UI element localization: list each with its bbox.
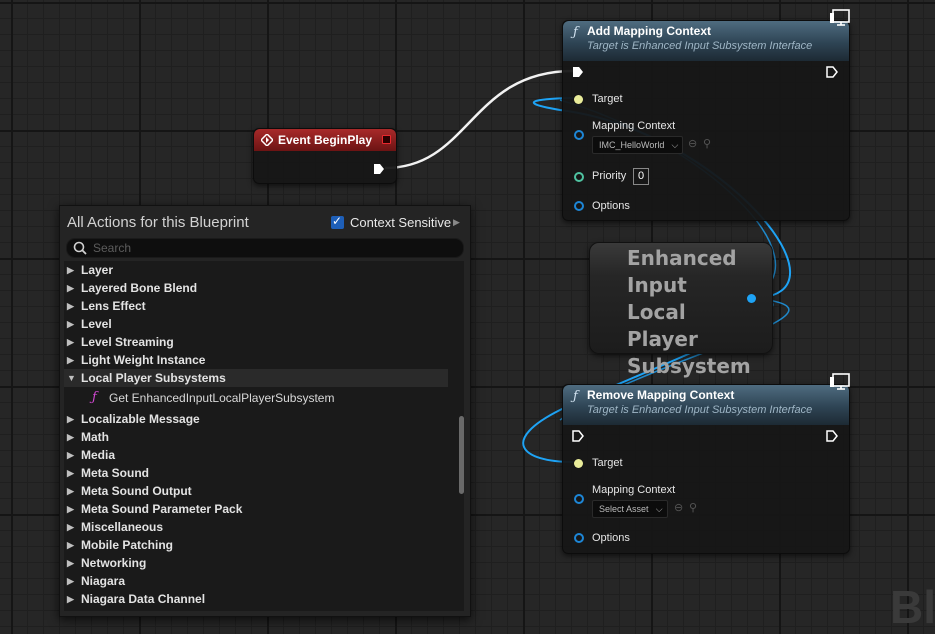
event-diamond-icon [261,134,273,146]
list-item[interactable]: ▶ Level [64,315,448,333]
expand-arrow-icon: ▶ [67,540,74,550]
mapping-context-pin[interactable] [574,494,584,504]
expand-arrow-icon: ▶ [67,337,74,347]
list-item[interactable]: ▶ Lens Effect [64,297,448,315]
target-label: Target [592,93,623,105]
context-sensitive-checkbox[interactable] [331,214,344,229]
event-node-header[interactable]: Event BeginPlay [254,129,396,151]
use-selected-icon[interactable]: ⊖ [674,501,683,514]
exec-out-pin[interactable] [826,66,838,78]
enhanced-input-subsystem-node[interactable]: Enhanced Input Local Player Subsystem [589,242,773,378]
list-item[interactable]: ▶ Layer [64,261,448,279]
monitor-icon [830,373,850,390]
chevron-down-icon: ⌵ [671,140,679,150]
search-icon [73,241,87,255]
remove-mapping-context-node[interactable]: ƒ Remove Mapping Context Target is Enhan… [562,373,850,554]
add-mapping-context-node[interactable]: ƒ Add Mapping Context Target is Enhanced… [562,9,850,221]
remove-node-title: Remove Mapping Context [587,388,735,402]
remove-node-header[interactable]: ƒ Remove Mapping Context Target is Enhan… [563,373,850,425]
list-item[interactable]: ▶ Light Weight Instance [64,351,448,369]
list-scrollbar[interactable] [459,416,464,494]
mapping-context-pin[interactable] [574,130,584,140]
exec-out-pin[interactable] [373,163,385,175]
list-item[interactable]: ▶ Mobile Patching [64,536,448,554]
add-node-title: Add Mapping Context [587,24,711,38]
list-item[interactable]: ▶ Level Streaming [64,333,448,351]
expand-arrow-icon: ▶ [67,265,74,275]
expand-arrow-icon: ▶ [67,468,74,478]
exec-in-pin[interactable] [572,430,584,442]
browse-search-icon[interactable]: ⚲ [703,137,711,150]
expand-arrow-icon: ▶ [67,558,74,568]
search-input[interactable]: Search [66,238,464,258]
mapping-context-select[interactable]: Select Asset ⌵ [592,500,668,518]
target-pin[interactable] [574,95,583,104]
priority-label: Priority [592,170,627,182]
options-label: Options [592,532,630,544]
monitor-icon [830,9,850,26]
context-sensitive-label[interactable]: Context Sensitive [350,215,451,230]
function-icon: ƒ [573,389,578,404]
list-item-expanded[interactable]: ▼ Local Player Subsystems [64,369,448,387]
var-node-title: Enhanced Input Local Player Subsystem [627,246,751,378]
action-list[interactable]: ▶ Layer ▶ Layered Bone Blend ▶ Lens Effe… [64,261,464,611]
expand-arrow-icon: ▶ [67,522,74,532]
priority-input[interactable]: 0 [633,168,649,185]
options-pin[interactable] [574,201,584,211]
function-icon: ƒ [92,390,97,405]
browse-search-icon[interactable]: ⚲ [689,501,697,514]
expand-arrow-icon: ▶ [67,319,74,329]
list-item[interactable]: ▶ Meta Sound Parameter Pack [64,500,448,518]
exec-out-pin[interactable] [826,430,838,442]
expand-arrow-icon: ▶ [67,576,74,586]
options-label: Options [592,200,630,212]
expand-arrow-icon: ▶ [67,283,74,293]
mapping-context-value: Select Asset [599,504,649,514]
search-placeholder: Search [93,241,132,255]
subsystem-output-pin[interactable] [747,294,756,303]
priority-pin[interactable] [574,172,584,182]
expand-arrow-icon: ▶ [67,450,74,460]
list-item[interactable]: ▶ Meta Sound Output [64,482,448,500]
expand-arrow-icon: ▶ [67,355,74,365]
list-item[interactable]: ▶ Miscellaneous [64,518,448,536]
mapping-context-label: Mapping Context [592,484,676,496]
remove-node-subtitle: Target is Enhanced Input Subsystem Inter… [587,404,813,416]
exec-wire [384,69,574,170]
event-node-title: Event BeginPlay [278,133,373,147]
list-item[interactable]: ▶ Networking [64,554,448,572]
use-selected-icon[interactable]: ⊖ [688,137,697,150]
mapping-context-value: IMC_HelloWorld [599,140,665,150]
expand-arrow-icon[interactable]: ▶ [453,217,460,228]
options-pin[interactable] [574,533,584,543]
delegate-pin-icon[interactable] [382,135,391,144]
mapping-context-select[interactable]: IMC_HelloWorld ⌵ [592,136,684,154]
list-item[interactable]: ▶ Media [64,446,448,464]
target-label: Target [592,457,623,469]
list-item[interactable]: ▶ Niagara Data Channel [64,590,448,608]
list-item[interactable]: ▶ Math [64,428,448,446]
expand-arrow-icon: ▶ [67,594,74,604]
mapping-context-label: Mapping Context [592,120,676,132]
menu-title: All Actions for this Blueprint [67,214,249,231]
expand-arrow-icon: ▶ [67,486,74,496]
expand-arrow-icon: ▶ [67,504,74,514]
list-item[interactable]: ▶ Localizable Message [64,410,448,428]
exec-in-pin[interactable] [572,66,584,78]
list-item[interactable]: ▶ Layered Bone Blend [64,279,448,297]
chevron-down-icon: ⌵ [655,504,663,514]
expand-arrow-icon: ▶ [67,414,74,424]
expand-arrow-icon: ▶ [67,432,74,442]
get-subsystem-action[interactable]: ƒ Get EnhancedInputLocalPlayerSubsystem [64,388,448,408]
list-item[interactable]: ▶ Meta Sound [64,464,448,482]
function-icon: ƒ [573,25,578,40]
collapse-arrow-icon: ▼ [67,373,76,383]
actions-menu[interactable]: All Actions for this Blueprint Context S… [59,205,471,617]
expand-arrow-icon: ▶ [67,301,74,311]
target-pin[interactable] [574,459,583,468]
add-node-header[interactable]: ƒ Add Mapping Context Target is Enhanced… [563,9,850,61]
list-item[interactable]: ▶ Niagara [64,572,448,590]
add-node-subtitle: Target is Enhanced Input Subsystem Inter… [587,40,813,52]
event-beginplay-node[interactable]: Event BeginPlay [253,128,397,184]
